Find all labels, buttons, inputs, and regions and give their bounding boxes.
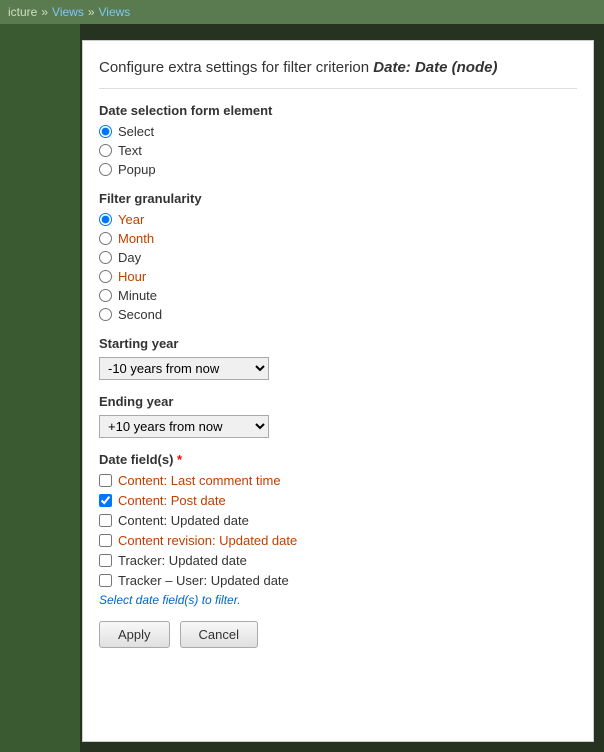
radio-text-option[interactable]: Text bbox=[99, 143, 577, 158]
gran-day-input[interactable] bbox=[99, 251, 112, 264]
ending-year-select[interactable]: -10 years from now -5 years from now -1 … bbox=[99, 415, 269, 438]
gran-minute-input[interactable] bbox=[99, 289, 112, 302]
apply-button[interactable]: Apply bbox=[99, 621, 170, 648]
gran-hour-input[interactable] bbox=[99, 270, 112, 283]
cancel-button[interactable]: Cancel bbox=[180, 621, 258, 648]
gran-minute-label[interactable]: Minute bbox=[118, 288, 157, 303]
breadcrumb-sep1: » bbox=[41, 5, 48, 19]
radio-popup-input[interactable] bbox=[99, 163, 112, 176]
radio-text-label[interactable]: Text bbox=[118, 143, 142, 158]
dialog-title-italic: Date: Date (node) bbox=[373, 59, 497, 76]
breadcrumb-sep2: » bbox=[88, 5, 95, 19]
cb-tracker-updated-label[interactable]: Tracker: Updated date bbox=[118, 553, 247, 568]
filter-granularity-section: Filter granularity Year Month Day Hour M… bbox=[99, 191, 577, 322]
dialog-buttons: Apply Cancel bbox=[99, 621, 577, 648]
radio-select-option[interactable]: Select bbox=[99, 124, 577, 139]
gran-day-label[interactable]: Day bbox=[118, 250, 141, 265]
required-star: * bbox=[177, 452, 182, 467]
date-selection-section: Date selection form element Select Text … bbox=[99, 103, 577, 177]
radio-popup-label[interactable]: Popup bbox=[118, 162, 156, 177]
cb-revision-updated-option[interactable]: Content revision: Updated date bbox=[99, 533, 577, 548]
cb-updated-date-input[interactable] bbox=[99, 514, 112, 527]
cb-tracker-updated-option[interactable]: Tracker: Updated date bbox=[99, 553, 577, 568]
starting-year-select-row: -10 years from now -5 years from now -1 … bbox=[99, 357, 577, 380]
cb-tracker-user-label[interactable]: Tracker – User: Updated date bbox=[118, 573, 289, 588]
date-fields-section: Date field(s) * Content: Last comment ti… bbox=[99, 452, 577, 607]
ending-year-label: Ending year bbox=[99, 394, 577, 409]
radio-select-label[interactable]: Select bbox=[118, 124, 154, 139]
cb-updated-date-label[interactable]: Content: Updated date bbox=[118, 513, 249, 528]
date-fields-hint: Select date field(s) to filter. bbox=[99, 593, 577, 607]
breadcrumb-views-link2[interactable]: Views bbox=[99, 5, 131, 19]
cb-last-comment-option[interactable]: Content: Last comment time bbox=[99, 473, 577, 488]
radio-text-input[interactable] bbox=[99, 144, 112, 157]
gran-second-label[interactable]: Second bbox=[118, 307, 162, 322]
gran-hour-option[interactable]: Hour bbox=[99, 269, 577, 284]
date-selection-label: Date selection form element bbox=[99, 103, 577, 118]
date-fields-label: Date field(s) * bbox=[99, 452, 577, 467]
gran-year-input[interactable] bbox=[99, 213, 112, 226]
date-fields-label-text: Date field(s) bbox=[99, 452, 173, 467]
gran-second-input[interactable] bbox=[99, 308, 112, 321]
gran-month-input[interactable] bbox=[99, 232, 112, 245]
filter-granularity-label: Filter granularity bbox=[99, 191, 577, 206]
gran-month-label[interactable]: Month bbox=[118, 231, 154, 246]
gran-hour-label[interactable]: Hour bbox=[118, 269, 146, 284]
breadcrumb: icture » Views » Views bbox=[0, 0, 604, 24]
cb-post-date-input[interactable] bbox=[99, 494, 112, 507]
background-sidebar bbox=[0, 24, 80, 752]
starting-year-label: Starting year bbox=[99, 336, 577, 351]
cb-tracker-user-input[interactable] bbox=[99, 574, 112, 587]
gran-second-option[interactable]: Second bbox=[99, 307, 577, 322]
breadcrumb-part1: icture bbox=[8, 5, 37, 19]
ending-year-section: Ending year -10 years from now -5 years … bbox=[99, 394, 577, 438]
cb-revision-updated-label[interactable]: Content revision: Updated date bbox=[118, 533, 297, 548]
cb-updated-date-option[interactable]: Content: Updated date bbox=[99, 513, 577, 528]
cb-last-comment-label[interactable]: Content: Last comment time bbox=[118, 473, 281, 488]
gran-minute-option[interactable]: Minute bbox=[99, 288, 577, 303]
starting-year-section: Starting year -10 years from now -5 year… bbox=[99, 336, 577, 380]
configure-dialog: Configure extra settings for filter crit… bbox=[82, 40, 594, 742]
breadcrumb-views-link1[interactable]: Views bbox=[52, 5, 84, 19]
starting-year-select[interactable]: -10 years from now -5 years from now -1 … bbox=[99, 357, 269, 380]
cb-tracker-updated-input[interactable] bbox=[99, 554, 112, 567]
gran-month-option[interactable]: Month bbox=[99, 231, 577, 246]
cb-post-date-label[interactable]: Content: Post date bbox=[118, 493, 226, 508]
cb-post-date-option[interactable]: Content: Post date bbox=[99, 493, 577, 508]
cb-revision-updated-input[interactable] bbox=[99, 534, 112, 547]
radio-popup-option[interactable]: Popup bbox=[99, 162, 577, 177]
gran-year-label[interactable]: Year bbox=[118, 212, 144, 227]
cb-last-comment-input[interactable] bbox=[99, 474, 112, 487]
dialog-title: Configure extra settings for filter crit… bbox=[99, 57, 577, 89]
radio-select-input[interactable] bbox=[99, 125, 112, 138]
ending-year-select-row: -10 years from now -5 years from now -1 … bbox=[99, 415, 577, 438]
dialog-title-prefix: Configure extra settings for filter crit… bbox=[99, 59, 373, 76]
gran-year-option[interactable]: Year bbox=[99, 212, 577, 227]
cb-tracker-user-option[interactable]: Tracker – User: Updated date bbox=[99, 573, 577, 588]
gran-day-option[interactable]: Day bbox=[99, 250, 577, 265]
